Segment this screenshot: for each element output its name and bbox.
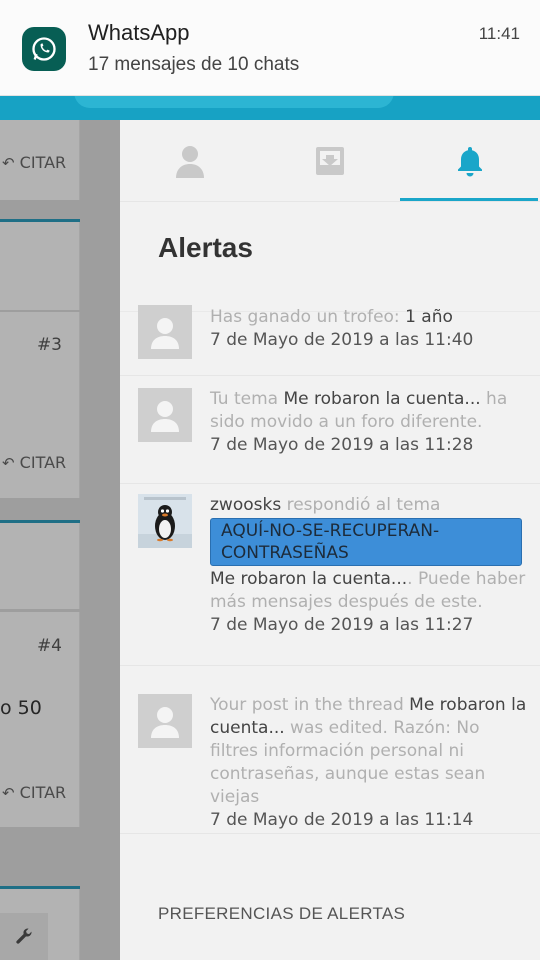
avatar: [138, 388, 192, 442]
tab-inbox[interactable]: [260, 120, 400, 201]
notification-summary: 17 mensajes de 10 chats: [88, 54, 300, 75]
post-number[interactable]: #3: [37, 335, 62, 355]
post-header: [0, 222, 80, 310]
notification-app-name: WhatsApp: [88, 20, 190, 45]
notification-time: 11:41: [478, 24, 520, 43]
cite-button[interactable]: ↶ CITAR: [0, 453, 80, 472]
alert-text: zwoosks respondió al tema AQUÍ-NO-SE-REC…: [210, 494, 528, 637]
tools-button[interactable]: [0, 913, 48, 960]
user-icon: [151, 401, 179, 432]
whatsapp-notification[interactable]: WhatsApp 17 mensajes de 10 chats 11:41: [0, 0, 540, 96]
alert-item[interactable]: Your post in the thread Me robaron la cu…: [120, 666, 540, 834]
app-header: [0, 92, 540, 120]
avatar: [138, 494, 192, 548]
avatar: [138, 305, 192, 359]
cite-button[interactable]: ↶ CITAR: [0, 153, 80, 172]
alert-date: 7 de Mayo de 2019 a las 11:28: [210, 435, 474, 455]
drawer-tabs: [120, 120, 540, 202]
alert-text: Tu tema Me robaron la cuenta... ha sido …: [210, 388, 528, 457]
post-snippet: o 50: [0, 697, 42, 719]
reply-icon: ↶: [2, 154, 15, 172]
user-icon: [151, 318, 179, 349]
whatsapp-icon: [22, 27, 66, 71]
reply-icon: ↶: [2, 454, 15, 472]
alert-text: Your post in the thread Me robaron la cu…: [210, 695, 527, 830]
alert-item[interactable]: zwoosks respondió al tema AQUÍ-NO-SE-REC…: [120, 484, 540, 666]
alert-preferences-link[interactable]: PREFERENCIAS DE ALERTAS: [158, 904, 405, 924]
bell-icon: [458, 146, 482, 176]
trophy-link[interactable]: 1 año: [405, 307, 453, 327]
tab-alerts[interactable]: [400, 120, 540, 201]
inbox-icon: [316, 146, 344, 175]
user-icon: [151, 707, 179, 738]
alerts-drawer: Alertas Has ganado un trofeo: 1 año 7 de…: [120, 120, 540, 960]
post-number[interactable]: #4: [37, 636, 62, 656]
reply-icon: ↶: [2, 784, 15, 802]
alert-date: 7 de Mayo de 2019 a las 11:27: [210, 615, 474, 635]
alert-text: Has ganado un trofeo: 1 año 7 de Mayo de…: [210, 306, 528, 352]
alert-date: 7 de Mayo de 2019 a las 11:40: [210, 330, 474, 350]
cite-button[interactable]: ↶ CITAR: [0, 783, 80, 802]
user-icon: [176, 145, 204, 178]
alert-date: 7 de Mayo de 2019 a las 11:14: [210, 810, 474, 830]
tab-profile[interactable]: [120, 120, 260, 201]
thread-prefix-tag[interactable]: AQUÍ-NO-SE-RECUPERAN-CONTRASEÑAS: [210, 518, 522, 566]
alert-item[interactable]: Tu tema Me robaron la cuenta... ha sido …: [120, 376, 540, 484]
user-link[interactable]: zwoosks: [210, 495, 281, 515]
alert-item[interactable]: Has ganado un trofeo: 1 año 7 de Mayo de…: [120, 296, 540, 376]
thread-link[interactable]: Me robaron la cuenta...: [210, 569, 407, 589]
thread-link[interactable]: Me robaron la cuenta...: [284, 389, 481, 409]
penguin-avatar-icon: [138, 494, 192, 548]
wrench-icon: [16, 928, 32, 944]
post-header: [0, 523, 80, 609]
avatar: [138, 694, 192, 748]
